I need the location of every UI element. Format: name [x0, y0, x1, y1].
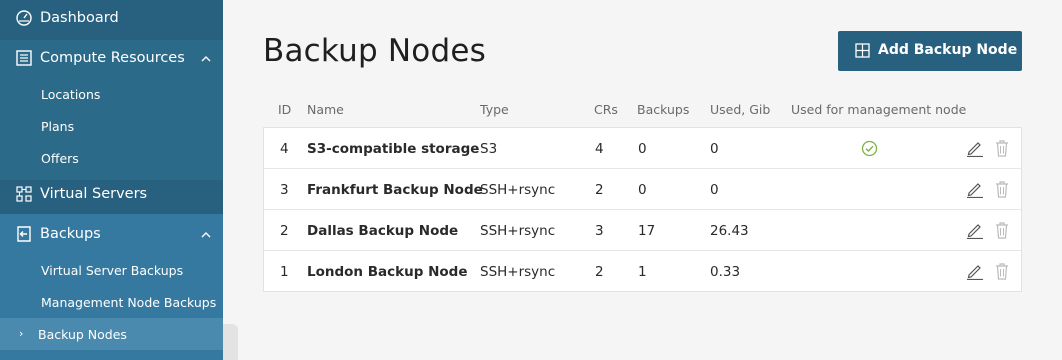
backup-nodes-table: 4 S3-compatible storage S3 4 0 0 3 Frank… [263, 127, 1022, 292]
cell-type: SSH+rsync [480, 223, 556, 239]
cell-type: SSH+rsync [480, 182, 556, 198]
cell-id: 1 [280, 264, 289, 280]
column-header-crs[interactable]: CRs [594, 102, 618, 117]
cell-used: 0 [710, 182, 719, 198]
add-backup-node-button[interactable]: Add Backup Node [838, 31, 1022, 71]
cell-name[interactable]: S3-compatible storage [307, 141, 479, 157]
cell-crs: 2 [595, 264, 604, 280]
cell-backups: 0 [638, 182, 647, 198]
edit-pencil-icon[interactable] [966, 221, 984, 239]
edit-pencil-icon[interactable] [966, 139, 984, 157]
cell-used: 0.33 [710, 264, 741, 280]
dashboard-icon [15, 9, 33, 27]
cell-backups: 0 [638, 141, 647, 157]
sidebar-subitem-management-node-backups[interactable]: Management Node Backups [41, 295, 216, 310]
cell-type: SSH+rsync [480, 264, 556, 280]
column-header-id[interactable]: ID [278, 102, 291, 117]
table-row[interactable]: 4 S3-compatible storage S3 4 0 0 [264, 128, 1021, 169]
edit-pencil-icon[interactable] [966, 180, 984, 198]
sidebar-subitem-label: Backup Nodes [38, 327, 127, 342]
trash-icon[interactable] [994, 221, 1010, 239]
chevron-up-icon[interactable] [201, 54, 211, 64]
cell-id: 2 [280, 223, 289, 239]
page-title: Backup Nodes [263, 33, 486, 69]
scrollbar[interactable] [223, 324, 238, 360]
cell-id: 3 [280, 182, 289, 198]
add-backup-node-label: Add Backup Node [878, 42, 1018, 58]
table-row[interactable]: 2 Dallas Backup Node SSH+rsync 3 17 26.4… [264, 210, 1021, 251]
sidebar-item-label: Dashboard [40, 10, 119, 26]
chevron-up-icon[interactable] [201, 230, 211, 240]
cell-crs: 2 [595, 182, 604, 198]
check-circle-icon [861, 140, 878, 157]
server-list-icon [15, 49, 33, 67]
column-header-backups[interactable]: Backups [637, 102, 689, 117]
cell-id: 4 [280, 141, 289, 157]
chevron-right-icon: › [19, 327, 24, 340]
sidebar-item-virtual-servers[interactable]: Virtual Servers [0, 183, 223, 205]
virtual-servers-icon [15, 185, 33, 203]
cell-crs: 3 [595, 223, 604, 239]
sidebar-item-label: Compute Resources [40, 50, 185, 66]
cell-backups: 17 [638, 223, 656, 239]
column-header-type[interactable]: Type [480, 102, 509, 117]
sidebar-item-dashboard[interactable]: Dashboard [0, 7, 223, 29]
table-row[interactable]: 1 London Backup Node SSH+rsync 2 1 0.33 [264, 251, 1021, 292]
sidebar-subitem-locations[interactable]: Locations [41, 87, 100, 102]
sidebar-item-compute-resources[interactable]: Compute Resources [0, 47, 223, 69]
sidebar-subitem-virtual-server-backups[interactable]: Virtual Server Backups [41, 263, 183, 278]
cell-used: 26.43 [710, 223, 749, 239]
cell-type: S3 [480, 141, 498, 157]
trash-icon[interactable] [994, 262, 1010, 280]
sidebar-item-backups[interactable]: Backups [0, 223, 223, 245]
cell-used: 0 [710, 141, 719, 157]
trash-icon[interactable] [994, 139, 1010, 157]
grid-plus-icon [855, 43, 870, 58]
column-header-name[interactable]: Name [307, 102, 344, 117]
cell-name[interactable]: London Backup Node [307, 264, 467, 280]
edit-pencil-icon[interactable] [966, 262, 984, 280]
cell-name[interactable]: Frankfurt Backup Node [307, 182, 483, 198]
cell-backups: 1 [638, 264, 647, 280]
sidebar-subitem-plans[interactable]: Plans [41, 119, 74, 134]
sidebar-item-label: Virtual Servers [40, 186, 148, 202]
table-row[interactable]: 3 Frankfurt Backup Node SSH+rsync 2 0 0 [264, 169, 1021, 210]
sidebar-item-label: Backups [40, 226, 101, 242]
cell-name[interactable]: Dallas Backup Node [307, 223, 458, 239]
sidebar: Dashboard Compute Resources Locations Pl… [0, 0, 223, 360]
sidebar-subitem-offers[interactable]: Offers [41, 151, 79, 166]
trash-icon[interactable] [994, 180, 1010, 198]
sidebar-subitem-backup-nodes[interactable]: › Backup Nodes [0, 318, 223, 350]
column-header-used[interactable]: Used, Gib [710, 102, 770, 117]
backup-icon [15, 225, 33, 243]
column-header-management-node[interactable]: Used for management node [791, 102, 966, 117]
cell-crs: 4 [595, 141, 604, 157]
